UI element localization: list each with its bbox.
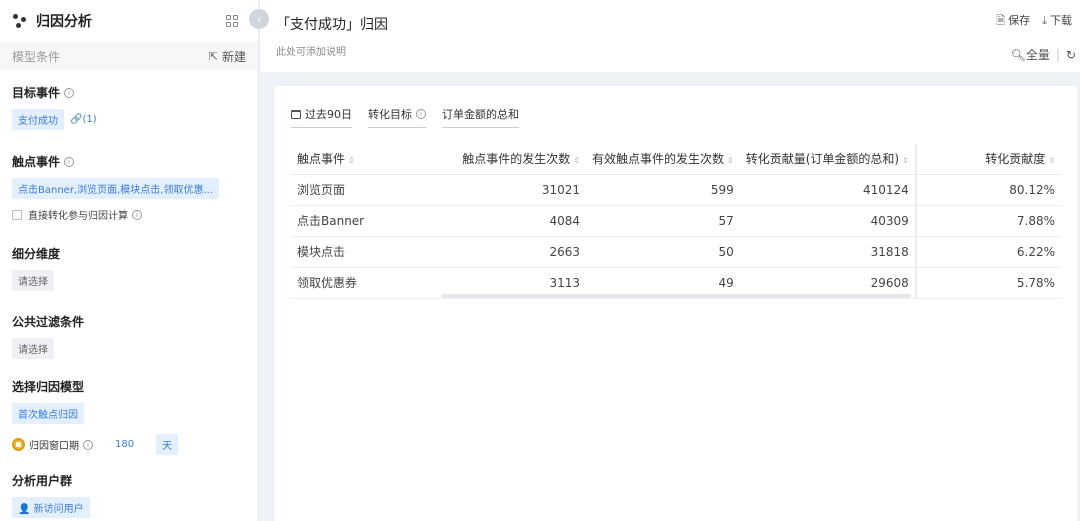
chevron-left-icon: ‹	[256, 12, 262, 26]
table-row: 点击Banner 4084 57 40309 7.88%	[291, 205, 1061, 237]
sort-icon: ⇕	[573, 156, 580, 166]
model-title: 选择归因模型	[12, 380, 85, 394]
link-icon[interactable]: 🔗(1)	[70, 114, 97, 125]
sort-icon: ⇕	[727, 156, 734, 166]
report-panel: 过去90日 转化目标 i 订单金额的总和 触点事件 ⇕ 触点事件的发生次数 ⇕ 有效…	[275, 86, 1077, 521]
filter-select[interactable]: 请选择	[12, 338, 54, 359]
target-event-section: 目标事件 i 支付成功 🔗(1)	[0, 84, 258, 130]
direct-conversion-label: 直接转化参与归因计算	[28, 211, 128, 222]
horizontal-scrollbar[interactable]	[441, 294, 911, 298]
table-header-row: 触点事件 ⇕ 触点事件的发生次数 ⇕ 有效触点事件的发生次数 ⇕ 转化贡献量(订单金额…	[291, 144, 1061, 175]
main-header: 「支付成功」归因 此处可添加说明 🗎 保存 ⤓ 下载 🔍︎全量 | ↻	[260, 0, 1080, 72]
download-icon: ⤓	[1042, 14, 1047, 27]
user-group-tag[interactable]: 👤 新访问用户	[12, 497, 90, 518]
fullscreen-button[interactable]: 🔍︎全量	[1011, 46, 1050, 63]
touch-event-section: 触点事件 i 点击Banner,浏览页面,模块点击,领取优惠... 直接转化参与…	[0, 153, 258, 222]
info-icon[interactable]: i	[132, 209, 142, 220]
direct-conversion-checkbox[interactable]	[12, 209, 22, 220]
window-unit-select[interactable]: 天	[156, 434, 179, 455]
attribution-table: 触点事件 ⇕ 触点事件的发生次数 ⇕ 有效触点事件的发生次数 ⇕ 转化贡献量(订单金额…	[291, 144, 1061, 299]
window-label: 归因窗口期	[29, 441, 79, 452]
info-icon[interactable]: i	[64, 156, 75, 167]
column-header[interactable]: 有效触点事件的发生次数 ⇕	[586, 144, 740, 175]
metric-filter[interactable]: 订单金额的总和	[442, 106, 519, 128]
save-icon: 🗎	[996, 14, 1006, 27]
collapse-sidebar-button[interactable]: ‹	[249, 9, 269, 29]
info-icon[interactable]: i	[64, 87, 75, 98]
user-group-title: 分析用户群	[12, 474, 73, 488]
attribution-logo-icon	[12, 13, 28, 29]
window-clock-icon	[12, 438, 25, 451]
divider: |	[1055, 47, 1060, 62]
new-button[interactable]: ⇱ 新建	[209, 48, 246, 65]
user-icon: 👤	[18, 504, 31, 515]
save-button[interactable]: 🗎 保存	[996, 12, 1030, 31]
calendar-icon	[291, 109, 301, 119]
page-description[interactable]: 此处可添加说明	[276, 43, 346, 58]
breakdown-title: 细分维度	[12, 247, 61, 261]
touch-event-tag[interactable]: 点击Banner,浏览页面,模块点击,领取优惠...	[12, 178, 219, 199]
column-header[interactable]: 转化贡献度 ⇕	[915, 144, 1061, 175]
filter-title: 公共过滤条件	[12, 315, 85, 329]
breakdown-section: 细分维度 请选择	[0, 245, 258, 291]
info-icon[interactable]: i	[83, 439, 93, 450]
window-value-input[interactable]: 180	[115, 439, 134, 450]
filter-section: 公共过滤条件 请选择	[0, 313, 258, 359]
touch-event-title: 触点事件	[12, 155, 61, 169]
refresh-icon[interactable]: ↻	[1066, 48, 1076, 62]
sidebar-header: 归因分析	[0, 0, 258, 42]
breakdown-select[interactable]: 请选择	[12, 270, 54, 291]
user-group-section: 分析用户群 👤 新访问用户	[0, 472, 258, 518]
column-header[interactable]: 触点事件的发生次数 ⇕	[431, 144, 586, 175]
sort-icon: ⇕	[348, 156, 355, 166]
sort-icon: ⇕	[902, 156, 909, 166]
target-event-title: 目标事件	[12, 86, 61, 100]
model-tag[interactable]: 首次触点归因	[12, 403, 84, 424]
table-row: 浏览页面 31021 599 410124 80.12%	[291, 174, 1061, 206]
target-event-tag[interactable]: 支付成功	[12, 109, 64, 130]
info-icon[interactable]: i	[416, 109, 426, 119]
page-title[interactable]: 「支付成功」归因	[276, 14, 388, 34]
search-icon: 🔍︎	[1010, 48, 1026, 62]
table-row: 模块点击 2663 50 31818 6.22%	[291, 236, 1061, 268]
column-header[interactable]: 触点事件 ⇕	[291, 144, 431, 175]
header-tools: 🔍︎全量 | ↻	[1011, 46, 1076, 63]
new-icon: ⇱	[208, 49, 218, 63]
filter-bar: 过去90日 转化目标 i 订单金额的总和	[291, 106, 519, 128]
sort-icon: ⇕	[1048, 156, 1055, 166]
date-range-filter[interactable]: 过去90日	[291, 106, 352, 128]
conversion-goal-filter[interactable]: 转化目标 i	[368, 106, 426, 128]
header-actions: 🗎 保存 ⤓ 下载	[996, 12, 1072, 31]
sidebar: 归因分析 模型条件 ⇱ 新建 目标事件 i 支付成功 🔗(1) 触点事件 i 点…	[0, 0, 259, 521]
download-button[interactable]: ⤓ 下载	[1042, 12, 1072, 31]
model-conditions-bar: 模型条件 ⇱ 新建	[0, 42, 258, 70]
grid-icon[interactable]	[226, 15, 238, 27]
sidebar-title: 归因分析	[36, 14, 92, 30]
model-conditions-label: 模型条件	[12, 49, 61, 64]
model-section: 选择归因模型 首次触点归因 归因窗口期 i 180 天	[0, 378, 258, 455]
column-header[interactable]: 转化贡献量(订单金额的总和) ⇕	[739, 144, 917, 175]
